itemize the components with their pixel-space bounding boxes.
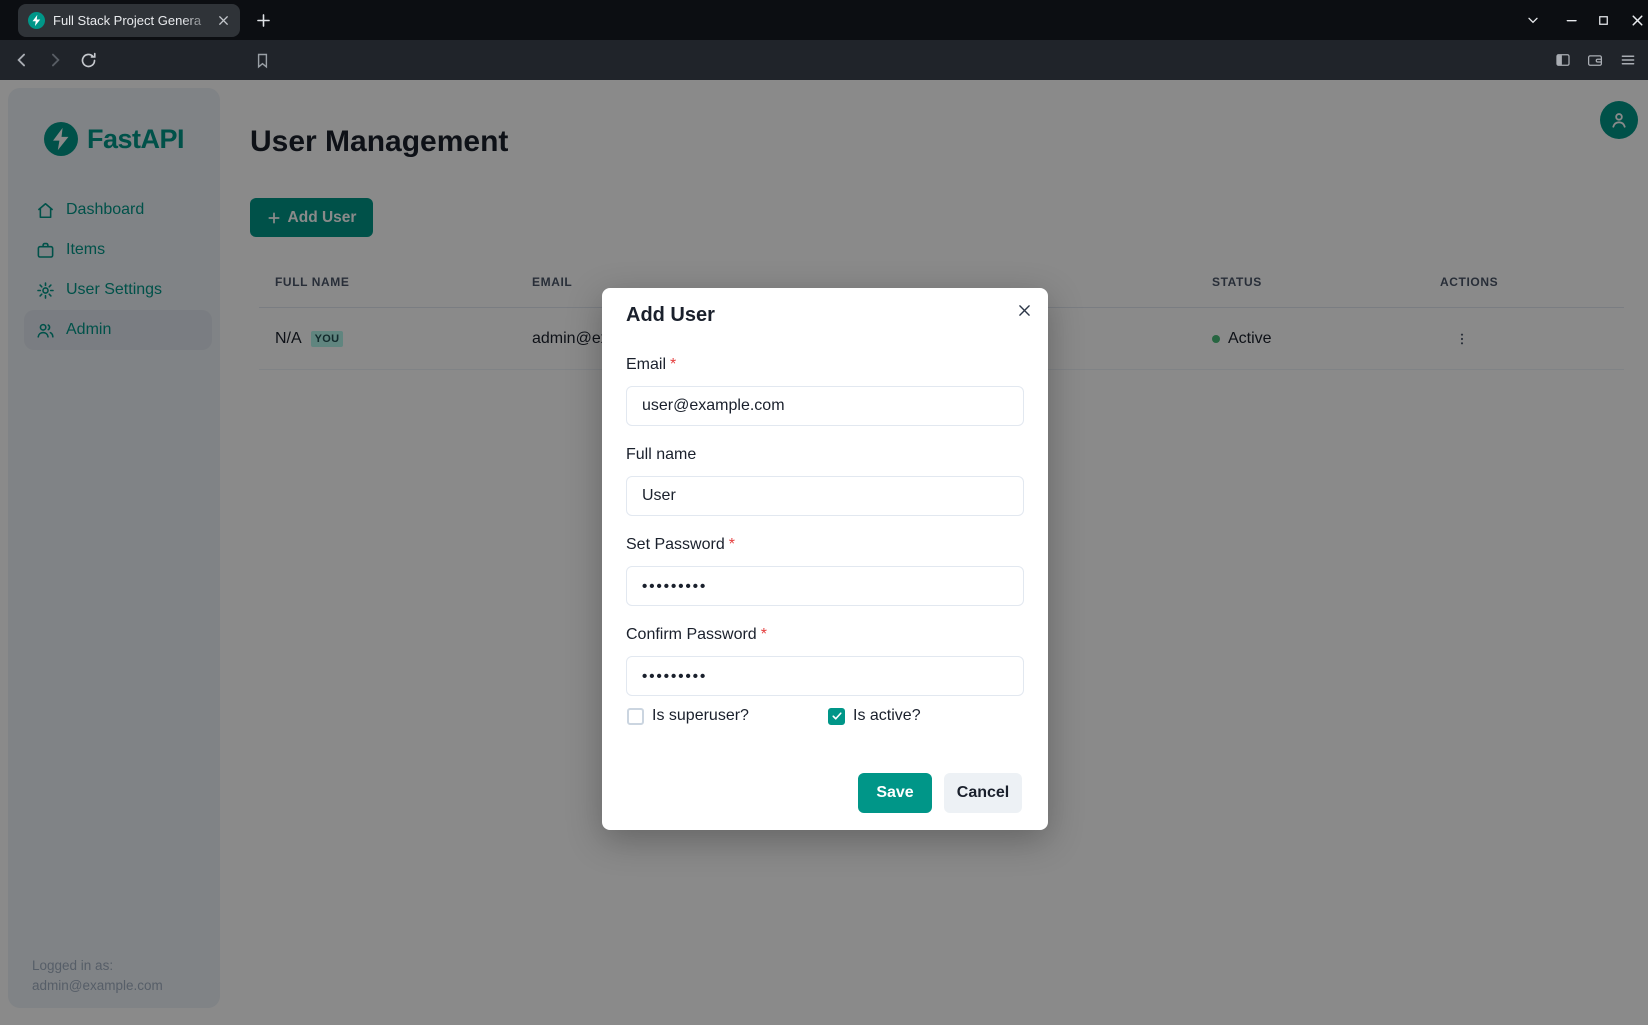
email-label: Email*	[626, 356, 1024, 374]
modal-title: Add User	[626, 304, 715, 327]
modal-close-icon[interactable]	[1010, 296, 1038, 324]
browser-tab-bar: Full Stack Project Genera	[0, 0, 1648, 40]
checkbox-checked-icon[interactable]	[828, 708, 845, 725]
full-name-label: Full name	[626, 446, 1024, 464]
is-active-label: Is active?	[853, 707, 921, 725]
confirm-password-label: Confirm Password*	[626, 626, 1024, 644]
menu-hamburger-icon[interactable]	[1616, 48, 1640, 72]
forward-button[interactable]	[43, 48, 67, 72]
bookmark-icon[interactable]	[250, 48, 274, 72]
minimize-button[interactable]	[1559, 7, 1585, 33]
tab-close-icon[interactable]	[215, 12, 232, 29]
checkbox-row: Is superuser? Is active?	[626, 707, 1024, 727]
sidebar-panel-icon[interactable]	[1551, 48, 1575, 72]
confirm-password-field[interactable]	[626, 656, 1024, 696]
back-button[interactable]	[10, 48, 34, 72]
wallet-icon[interactable]	[1583, 48, 1607, 72]
tab-title-fade	[182, 8, 216, 33]
required-asterisk: *	[670, 356, 676, 373]
set-password-label: Set Password*	[626, 536, 1024, 554]
set-password-field[interactable]	[626, 566, 1024, 606]
browser-toolbar: localhost/admin 1	[0, 40, 1648, 80]
full-name-field-group: Full name	[626, 446, 1024, 516]
save-button[interactable]: Save	[858, 773, 932, 813]
email-field-group: Email*	[626, 356, 1024, 426]
confirm-password-field-group: Confirm Password*	[626, 626, 1024, 696]
cancel-button[interactable]: Cancel	[944, 773, 1022, 813]
set-password-field-group: Set Password*	[626, 536, 1024, 606]
browser-tab[interactable]: Full Stack Project Genera	[18, 4, 240, 37]
is-superuser-label: Is superuser?	[652, 707, 749, 725]
add-user-modal: Add User Email* Full name Set Password* …	[602, 288, 1048, 830]
email-field[interactable]	[626, 386, 1024, 426]
reload-button[interactable]	[76, 48, 100, 72]
new-tab-button[interactable]	[250, 7, 276, 33]
is-superuser-checkbox[interactable]: Is superuser?	[627, 707, 749, 725]
checkbox-unchecked-icon[interactable]	[627, 708, 644, 725]
full-name-field[interactable]	[626, 476, 1024, 516]
fastapi-favicon-icon	[28, 12, 45, 29]
tab-search-chevron-icon[interactable]	[1520, 7, 1546, 33]
required-asterisk: *	[761, 626, 767, 643]
maximize-button[interactable]	[1590, 7, 1616, 33]
close-window-button[interactable]	[1624, 7, 1648, 33]
required-asterisk: *	[729, 536, 735, 553]
is-active-checkbox[interactable]: Is active?	[828, 707, 921, 725]
